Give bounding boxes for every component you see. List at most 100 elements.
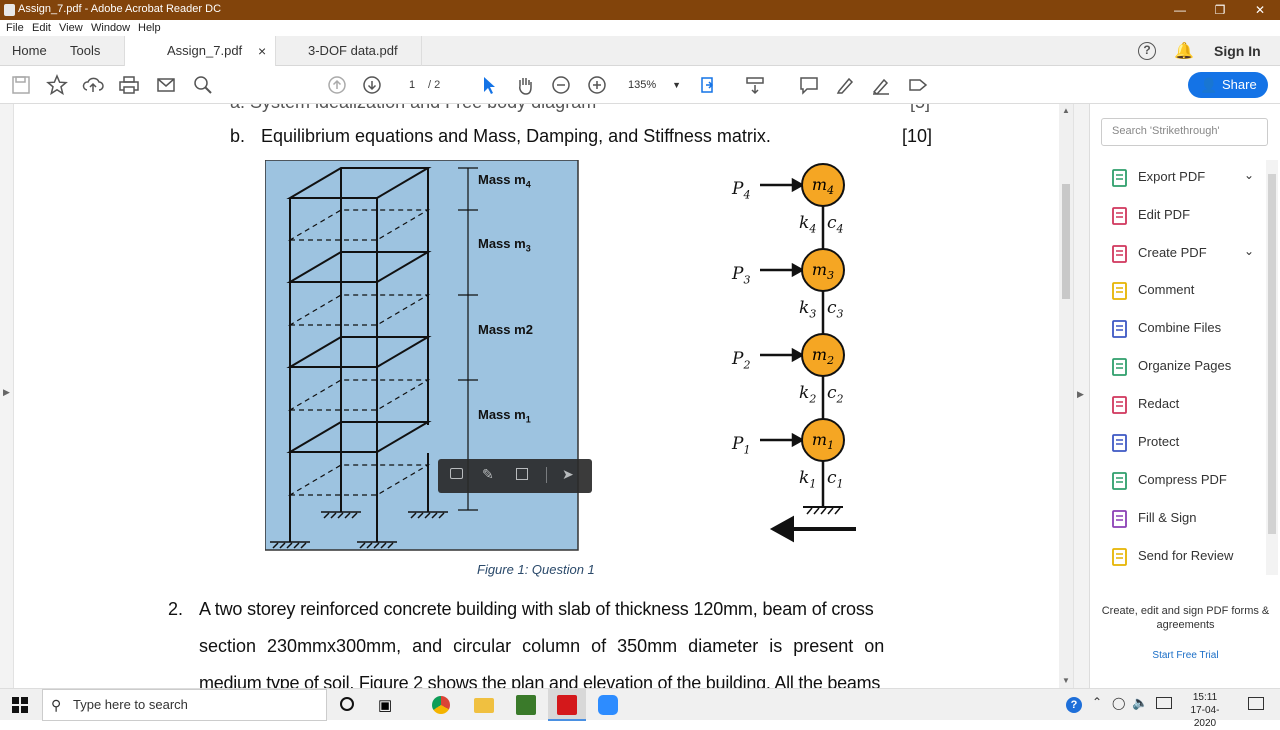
next-page-icon[interactable] — [361, 74, 383, 96]
task-view-icon[interactable]: ▣ — [378, 696, 392, 714]
acrobat-icon — [557, 695, 577, 715]
tool-label: Redact — [1138, 396, 1180, 411]
combine-files-icon — [1110, 319, 1130, 339]
tab-assign7[interactable]: Assign_7.pdf × — [124, 36, 276, 67]
tab-bar: Home Tools Assign_7.pdf × 3-DOF data.pdf… — [0, 36, 1280, 67]
zoom-out-icon[interactable] — [550, 74, 572, 96]
clock[interactable]: 15:11 17-04-2020 — [1180, 691, 1230, 730]
scroll-up-icon[interactable]: ▲ — [1062, 106, 1070, 115]
tools-search-input[interactable]: Search 'Strikethrough' — [1101, 118, 1268, 146]
scroll-down-icon[interactable]: ▼ — [1062, 676, 1070, 685]
menu-window[interactable]: Window — [91, 22, 130, 34]
page-number-input[interactable]: 1 — [400, 76, 424, 94]
force-label-3: P3 — [732, 264, 751, 287]
expand-left-icon[interactable]: ▶ — [3, 387, 10, 398]
cortana-icon[interactable] — [340, 697, 354, 711]
taskbar-search-placeholder: Type here to search — [73, 697, 188, 712]
fill-sign-icon — [1110, 509, 1130, 529]
clock-date: 17-04-2020 — [1190, 705, 1220, 729]
zoom-in-icon[interactable] — [586, 74, 608, 96]
bookmark-star-icon[interactable] — [46, 74, 68, 96]
tab-tools[interactable]: Tools — [70, 36, 100, 66]
tool-label: Combine Files — [1138, 320, 1222, 335]
protect-icon — [1110, 433, 1130, 453]
tab-close-icon[interactable]: × — [258, 36, 266, 66]
start-free-trial-link[interactable]: Start Free Trial — [1090, 650, 1280, 661]
acrobat-taskbar-button[interactable] — [548, 689, 586, 721]
hand-tool-icon[interactable] — [514, 74, 536, 96]
copy-icon[interactable] — [516, 468, 528, 480]
menu-view[interactable]: View — [59, 22, 83, 34]
scrollbar-thumb[interactable] — [1062, 184, 1070, 299]
mass-label-2: Mass m2 — [478, 322, 533, 337]
zoom-meeting-icon[interactable] — [598, 695, 618, 715]
highlight-pen-icon[interactable] — [834, 74, 856, 96]
right-panel-toggle[interactable]: ▶ — [1073, 104, 1089, 688]
send-review-icon — [1110, 547, 1130, 567]
more-tools-icon[interactable] — [907, 74, 929, 96]
more-options-icon[interactable]: ➤ — [562, 466, 574, 483]
spring-label-2: k2 — [799, 383, 817, 406]
help-icon[interactable]: ? — [1138, 42, 1156, 60]
title-bar: Assign_7.pdf - Adobe Acrobat Reader DC —… — [0, 0, 1280, 20]
comment-tool-icon[interactable] — [798, 74, 820, 96]
menu-file[interactable]: File — [6, 22, 24, 34]
volume-icon[interactable]: 🔈 — [1132, 695, 1148, 711]
mass-label-1: Mass m1 — [478, 407, 531, 425]
clock-time: 15:11 — [1192, 692, 1218, 703]
maximize-icon[interactable]: ❐ — [1200, 0, 1240, 20]
zoom-select[interactable]: 135% ▼ — [628, 76, 681, 94]
tools-pane-scrollbar[interactable] — [1266, 160, 1278, 575]
scroll-mode-icon[interactable] — [744, 74, 766, 96]
notification-bell-icon[interactable]: 🔔 — [1174, 41, 1194, 61]
q2-number: 2. — [168, 599, 184, 619]
network-icon[interactable]: ◯ — [1112, 696, 1125, 710]
tools-pane: Search 'Strikethrough' Export PDF ⌄ Edit P… — [1089, 104, 1280, 688]
pencil-icon[interactable]: ✎ — [482, 466, 494, 483]
chevron-down-icon[interactable]: ⌄ — [1244, 244, 1254, 258]
fit-page-icon[interactable] — [698, 74, 720, 96]
tray-chevron-icon[interactable]: ⌃ — [1092, 695, 1102, 709]
search-icon[interactable] — [192, 74, 214, 96]
force-label-4: P4 — [732, 179, 751, 202]
file-explorer-icon[interactable] — [474, 698, 494, 713]
chrome-icon[interactable] — [432, 696, 450, 714]
select-cursor-icon[interactable] — [478, 74, 500, 96]
menu-edit[interactable]: Edit — [32, 22, 51, 34]
document-view[interactable]: a. System idealization and Free body dia… — [0, 104, 1059, 688]
windows-start-icon[interactable] — [12, 697, 28, 713]
notifications-icon[interactable] — [1248, 697, 1264, 710]
sign-in-link[interactable]: Sign In — [1214, 43, 1261, 59]
left-panel-toggle[interactable]: ▶ — [0, 104, 14, 688]
print-icon[interactable] — [118, 74, 140, 96]
force-label-1: P1 — [732, 434, 751, 457]
previous-page-icon[interactable] — [326, 74, 348, 96]
help-tray-icon[interactable]: ? — [1066, 697, 1082, 713]
tools-scrollbar-thumb[interactable] — [1268, 174, 1276, 534]
tab-home[interactable]: Home — [12, 36, 47, 66]
tab-assign7-label: Assign_7.pdf — [167, 43, 243, 58]
tab-3dof-data[interactable]: 3-DOF data.pdf — [276, 36, 422, 66]
collapse-right-icon[interactable]: ▶ — [1077, 389, 1084, 400]
email-icon[interactable] — [155, 74, 177, 96]
chevron-down-icon[interactable]: ⌄ — [1244, 168, 1254, 182]
document-scrollbar[interactable]: ▲ ▼ — [1059, 104, 1073, 688]
close-icon[interactable]: ✕ — [1240, 0, 1280, 20]
keyboard-icon[interactable] — [1156, 697, 1172, 709]
app-icon[interactable] — [516, 695, 536, 715]
add-person-icon: 👤 — [1200, 77, 1218, 93]
mass-node-2: m2 — [801, 333, 845, 377]
comment-icon[interactable] — [450, 468, 463, 479]
page-total: / 2 — [428, 79, 441, 91]
share-button[interactable]: 👤 Share — [1188, 72, 1268, 98]
q2-line-3: medium type of soil. Figure 2 shows the … — [199, 673, 881, 688]
damper-label-2: c2 — [827, 383, 844, 406]
taskbar-search-input[interactable]: ⚲ Type here to search — [42, 689, 327, 721]
minimize-icon[interactable]: — — [1160, 0, 1200, 20]
save-icon[interactable] — [10, 74, 32, 96]
cut-off-marks: [5] — [910, 104, 930, 113]
edit-pdf-icon — [1110, 206, 1130, 226]
sign-pen-icon[interactable] — [870, 74, 892, 96]
upload-cloud-icon[interactable] — [82, 74, 104, 96]
menu-help[interactable]: Help — [138, 22, 161, 34]
